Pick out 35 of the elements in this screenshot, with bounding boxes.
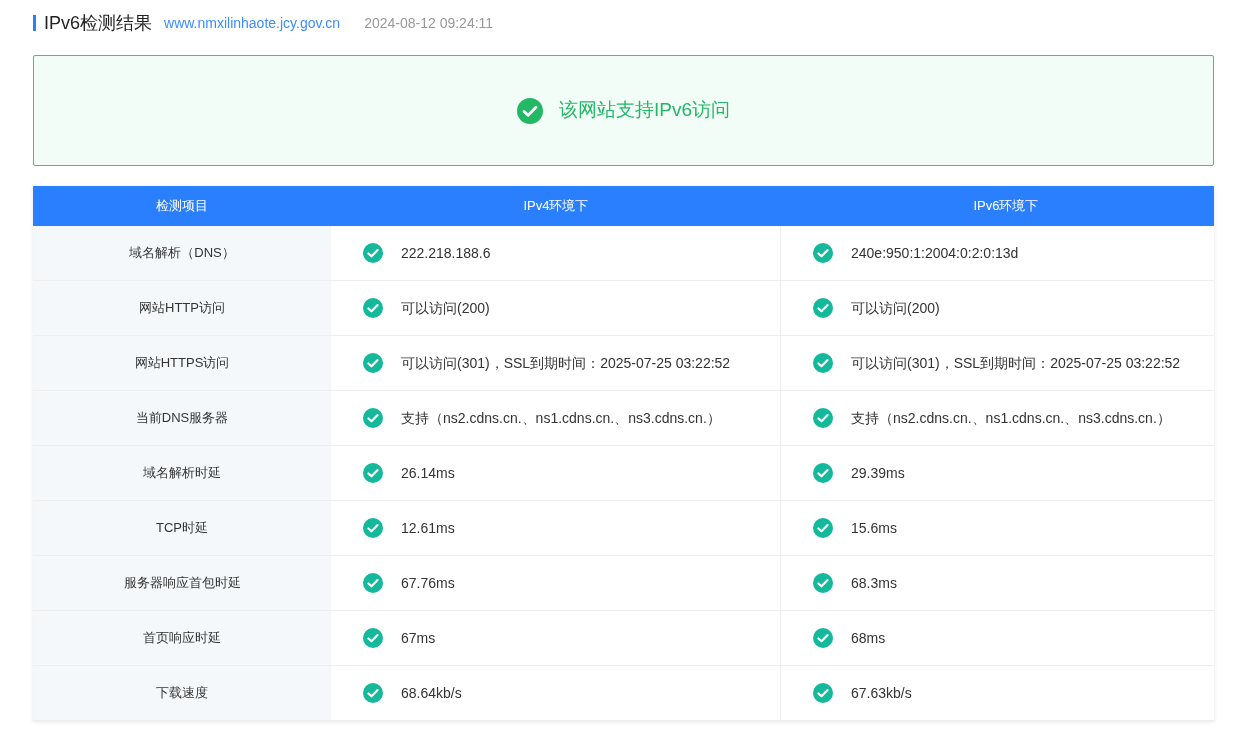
table-cell-text: 240e:950:1:2004:0:2:0:13d <box>851 243 1019 263</box>
table-cell: 首页响应时延 <box>33 611 331 665</box>
table-cell: 下载速度 <box>33 666 331 720</box>
table-cell-text: 68ms <box>851 628 886 648</box>
table-cell: 服务器响应首包时延 <box>33 556 331 610</box>
table-cell-text: 67.63kb/s <box>851 683 912 703</box>
table-cell: 网站HTTPS访问 <box>33 336 331 390</box>
table-cell: 域名解析（DNS） <box>33 226 331 280</box>
table-cell-text: 67ms <box>401 628 436 648</box>
table-cell-text: 12.61ms <box>401 518 455 538</box>
table-cell-text: 222.218.188.6 <box>401 243 491 263</box>
table-cell-text: 支持（ns2.cdns.cn.、ns1.cdns.cn.、ns3.cdns.cn.） <box>851 408 1171 428</box>
table-cell: 当前DNS服务器 <box>33 391 331 445</box>
result-message: 该网站支持IPv6访问 <box>559 98 730 123</box>
table-cell: 网站HTTP访问 <box>33 281 331 335</box>
table-cell-text: 可以访问(301)，SSL到期时间：2025-07-25 03:22:52 <box>401 353 731 373</box>
table-cell-text: 可以访问(200) <box>401 298 490 318</box>
table-cell-text: 可以访问(301)，SSL到期时间：2025-07-25 03:22:52 <box>851 353 1181 373</box>
table-cell-text: 68.3ms <box>851 573 897 593</box>
table-cell-text: 15.6ms <box>851 518 897 538</box>
table-cell-text: 68.64kb/s <box>401 683 462 703</box>
table-cell-text: 67.76ms <box>401 573 455 593</box>
column-header: IPv4环境下 <box>522 197 590 216</box>
table-cell-text: 可以访问(200) <box>851 298 940 318</box>
page-title: IPv6检测结果 <box>44 11 153 35</box>
check-time: 2024-08-12 09:24:11 <box>364 13 494 33</box>
column-header: 检测项目 <box>155 197 209 216</box>
table-cell: 域名解析时延 <box>33 446 331 500</box>
domain-link[interactable]: www.nmxilinhaote.jcy.gov.cn <box>164 12 341 34</box>
table-cell-text: 支持（ns2.cdns.cn.、ns1.cdns.cn.、ns3.cdns.cn.） <box>401 408 721 428</box>
table-cell-text: 26.14ms <box>401 463 455 483</box>
column-header: IPv6环境下 <box>972 197 1040 216</box>
table-cell: TCP时延 <box>33 501 331 555</box>
accent-bar <box>33 15 36 31</box>
table-cell-text: 29.39ms <box>851 463 905 483</box>
